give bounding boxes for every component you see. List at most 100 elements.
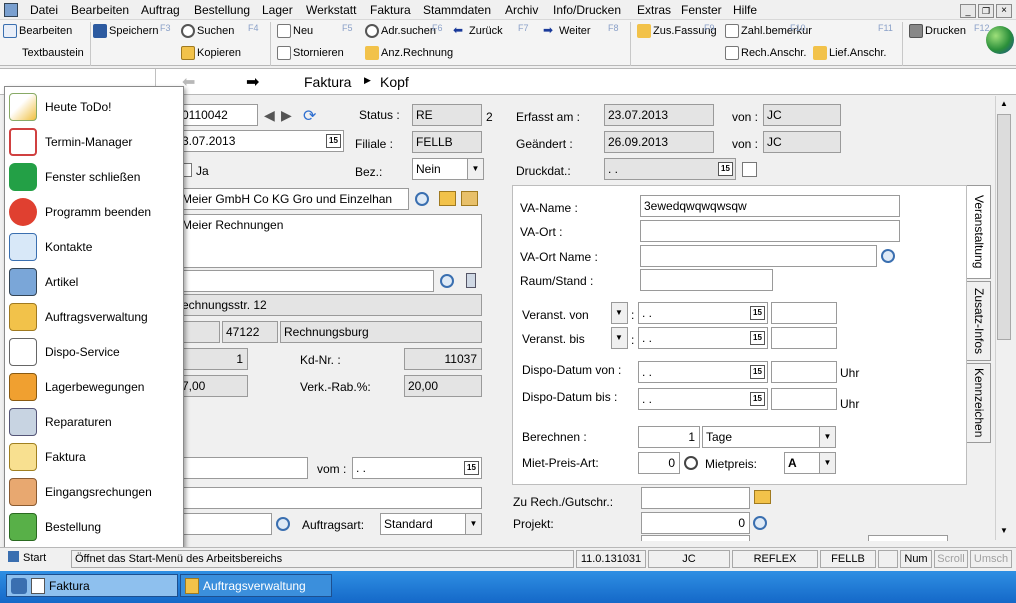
start-item-fenster-schliessen[interactable]: Fenster schließen (9, 161, 181, 193)
chevron-down-icon[interactable]: ▼ (819, 427, 835, 447)
start-item-eingangsrechnungen[interactable]: Eingangsrechungen (9, 476, 181, 508)
calendar-icon[interactable]: 15 (750, 306, 765, 320)
nav-back-arrow-icon[interactable]: ⬅ (182, 72, 195, 92)
rech-anschr-button[interactable]: Rech.Anschr. (724, 43, 806, 63)
ort-field[interactable]: Rechnungsburg (280, 321, 482, 343)
scroll-down-icon[interactable]: ▼ (996, 523, 1012, 539)
close-window-button[interactable]: × (996, 4, 1012, 18)
rechnungsname-field[interactable]: Meier Rechnungen (178, 214, 482, 268)
zu-rech-gutschr-field[interactable] (641, 487, 750, 509)
start-item-artikel[interactable]: Artikel (9, 266, 181, 298)
auftragsart-select[interactable]: Standard ▼ (380, 513, 482, 535)
start-item-kontakte[interactable]: Kontakte (9, 231, 181, 263)
menu-fenster[interactable]: Fenster (681, 3, 722, 17)
cut-off-field[interactable] (868, 535, 948, 541)
minimize-button[interactable]: _ (960, 4, 976, 18)
dispo-von-date[interactable]: . . 15 (638, 361, 768, 383)
start-item-auftragsverwaltung[interactable]: Auftragsverwaltung (9, 301, 181, 333)
veranst-von-time[interactable] (771, 302, 837, 324)
miet-preis-art-field[interactable]: 0 (638, 452, 680, 474)
prev-record-icon[interactable]: ◀ (264, 107, 275, 124)
app-icon[interactable] (4, 3, 18, 17)
chevron-down-icon[interactable]: ▼ (612, 303, 627, 323)
referenz-field[interactable] (178, 457, 308, 479)
task-auftragsverwaltung[interactable]: Auftragsverwaltung (180, 574, 332, 597)
va-ort-name-field[interactable] (640, 245, 877, 267)
chevron-down-icon[interactable]: ▼ (465, 514, 481, 534)
vom-date-field[interactable]: . . 15 (352, 457, 482, 479)
kd-count-field[interactable]: 1 (178, 348, 248, 370)
geaendert-field[interactable]: 26.09.2013 (604, 131, 714, 153)
land-field[interactable] (178, 321, 220, 343)
start-item-lagerbewegungen[interactable]: Lagerbewegungen (9, 371, 181, 403)
calendar-icon[interactable]: 15 (326, 134, 341, 148)
lief-anschr-button[interactable]: Lief.Anschr. (812, 43, 886, 63)
veranst-von-date[interactable]: . . 15 (638, 302, 768, 324)
start-item-bestellung[interactable]: Bestellung (9, 511, 181, 543)
druckdat-checkbox[interactable] (742, 162, 757, 177)
berechnen-unit-select[interactable]: Tage ▼ (702, 426, 836, 448)
next-record-icon[interactable]: ▶ (281, 107, 292, 124)
calendar-icon[interactable]: 15 (750, 392, 765, 406)
globe-help-icon[interactable] (986, 26, 1014, 54)
search-icon[interactable] (440, 274, 454, 288)
menu-lager[interactable]: Lager (262, 3, 293, 17)
start-item-termin-manager[interactable]: Termin-Manager (9, 126, 181, 158)
zurueck-button[interactable]: ⬅ Zurück (452, 21, 503, 41)
menu-hilfe[interactable]: Hilfe (733, 3, 757, 17)
address-search-field[interactable] (178, 270, 434, 292)
start-button[interactable]: Start (4, 550, 70, 568)
restore-button[interactable]: ❐ (978, 4, 994, 18)
dispo-bis-time[interactable] (771, 388, 837, 410)
folder-add-icon[interactable] (439, 191, 456, 206)
start-item-faktura[interactable]: Faktura (9, 441, 181, 473)
tab-veranstaltung[interactable]: Veranstaltung (967, 185, 991, 279)
scroll-thumb[interactable] (997, 114, 1011, 340)
kopieren-button[interactable]: Kopieren (180, 43, 241, 63)
menu-extras[interactable]: Extras (637, 3, 671, 17)
veranst-bis-dropdown[interactable]: ▼ (611, 327, 628, 349)
search-icon[interactable] (881, 249, 895, 263)
plz-field[interactable]: 47122 (222, 321, 278, 343)
veranst-von-dropdown[interactable]: ▼ (611, 302, 628, 324)
geaendert-von-field[interactable]: JC (763, 131, 841, 153)
menu-datei[interactable]: Datei (30, 3, 58, 17)
va-ort-field[interactable] (640, 220, 900, 242)
beleg-datum-field[interactable]: 3.07.2013 15 (178, 130, 344, 152)
bemerkung-field[interactable] (178, 487, 482, 509)
calendar-icon[interactable]: 15 (750, 365, 765, 379)
status-field[interactable]: RE (412, 104, 482, 126)
menu-info-drucken[interactable]: Info/Drucken (553, 3, 621, 17)
task-faktura[interactable]: Faktura (6, 574, 178, 597)
menu-faktura[interactable]: Faktura (370, 3, 411, 17)
chevron-down-icon[interactable]: ▼ (819, 453, 835, 473)
firma-field[interactable]: Meier GmbH Co KG Gro und Einzelhan (178, 188, 409, 210)
veranst-bis-time[interactable] (771, 327, 837, 349)
drucken-button[interactable]: Drucken (908, 21, 966, 41)
search-icon[interactable] (276, 517, 290, 531)
speichern-button[interactable]: Speichern (92, 21, 159, 41)
nav-forward-arrow-icon[interactable]: ➡ (246, 72, 259, 92)
vertical-scrollbar[interactable]: ▲ ▼ (995, 96, 1012, 540)
suchen-button[interactable]: Suchen (180, 21, 234, 41)
chevron-down-icon[interactable]: ▼ (612, 328, 627, 348)
menu-bestellung[interactable]: Bestellung (194, 3, 250, 17)
erfasst-field[interactable]: 23.07.2013 (604, 104, 714, 126)
search-icon[interactable] (415, 192, 429, 206)
menu-auftrag[interactable]: Auftrag (141, 3, 180, 17)
va-name-field[interactable]: 3ewedqwqwqwsqw (640, 195, 900, 217)
start-item-programm-beenden[interactable]: Programm beenden (9, 196, 181, 228)
strasse-field[interactable]: echnungsstr. 12 (178, 294, 482, 316)
search-icon[interactable] (753, 516, 767, 530)
menu-bearbeiten[interactable]: Bearbeiten (71, 3, 129, 17)
menu-werkstatt[interactable]: Werkstatt (306, 3, 356, 17)
anz-rechnung-button[interactable]: Anz.Rechnung (364, 43, 453, 63)
cut-off-field[interactable] (641, 535, 750, 541)
weiter-button[interactable]: ➡ Weiter (542, 21, 591, 41)
scroll-up-icon[interactable]: ▲ (996, 96, 1012, 112)
calendar-icon[interactable]: 15 (718, 162, 733, 176)
folder-add-icon[interactable] (754, 490, 771, 504)
mietpreis-select[interactable]: A ▼ (784, 452, 836, 474)
tab-kennzeichen[interactable]: Kennzeichen (967, 363, 991, 443)
beleg-nr-field[interactable]: 0110042 (178, 104, 258, 126)
